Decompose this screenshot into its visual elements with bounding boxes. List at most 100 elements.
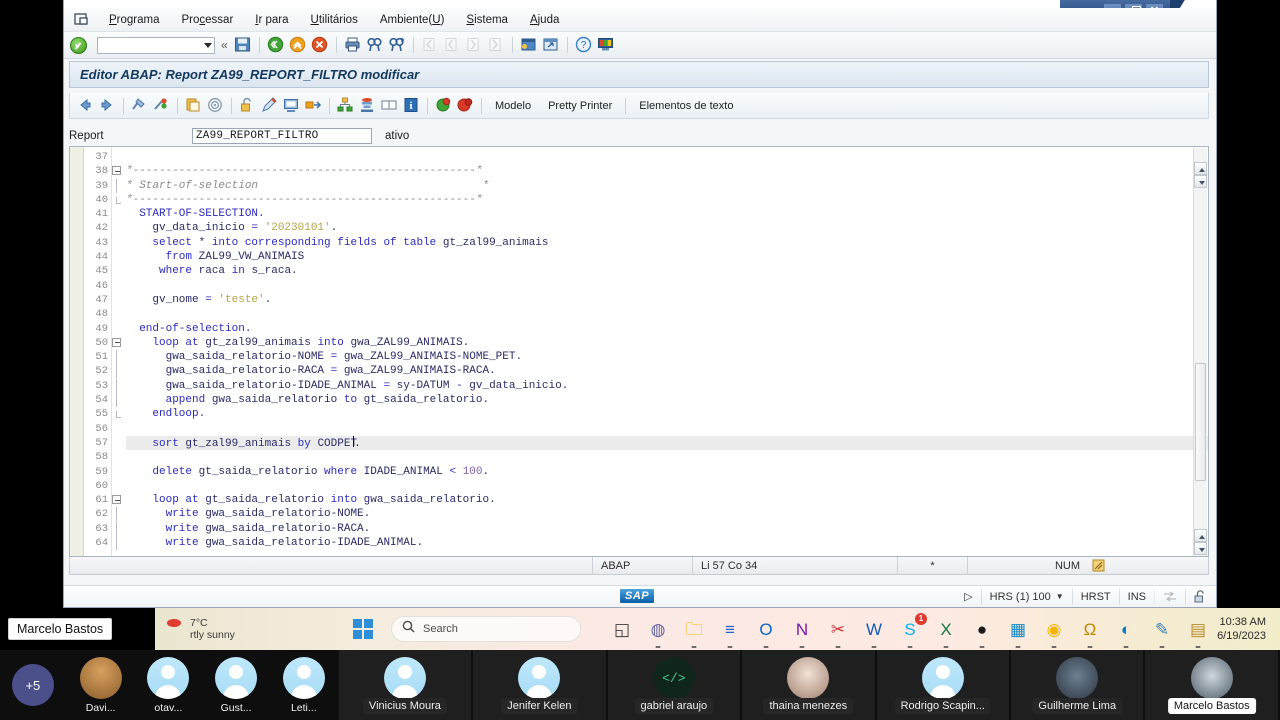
outlook-icon[interactable]: O	[753, 616, 779, 648]
enter-check-icon[interactable]	[70, 36, 87, 54]
fold-toggle-icon[interactable]	[112, 493, 126, 507]
onenote-icon[interactable]: N	[789, 616, 815, 648]
debug-icon[interactable]	[434, 96, 453, 115]
participant-tile[interactable]: Gust...	[203, 650, 269, 720]
code-line[interactable]	[126, 279, 1208, 293]
resize-grip-icon[interactable]	[1088, 557, 1109, 574]
play-triangle-icon[interactable]: ▷	[956, 589, 980, 605]
participant-tile[interactable]: Guilherme Lima	[1011, 650, 1144, 720]
collapse-toolbar-icon[interactable]: «	[221, 38, 228, 52]
code-line[interactable]: loop at gt_saida_relatorio into gwa_said…	[126, 493, 1208, 507]
code-line[interactable]: endloop.	[126, 407, 1208, 421]
skype-icon[interactable]: S1	[897, 613, 927, 648]
scroll-up-icon[interactable]	[1194, 162, 1207, 175]
back-arrow-icon[interactable]	[76, 96, 95, 115]
menu-item-ajuda[interactable]: Ajuda	[519, 12, 570, 28]
scroll-down-icon[interactable]	[1194, 175, 1207, 188]
new-session-icon[interactable]	[520, 36, 538, 54]
code-line[interactable]: sort gt_zal99_animais by CODPET.▶	[126, 435, 1208, 451]
code-line[interactable]: gwa_saida_relatorio-RACA = gwa_ZAL99_ANI…	[126, 364, 1208, 378]
display-object-icon[interactable]	[358, 96, 377, 115]
code-line[interactable]: select * into corresponding fields of ta…	[126, 236, 1208, 250]
exit-yellow-icon[interactable]	[289, 36, 307, 54]
unlock-icon[interactable]	[238, 96, 257, 115]
participant-tile[interactable]: Leti...	[270, 650, 337, 720]
button-pretty-printer[interactable]: Pretty Printer	[541, 100, 619, 112]
participant-tile[interactable]: Davi...	[67, 650, 134, 720]
participant-tile[interactable]: thaina menezes	[742, 650, 875, 720]
command-field[interactable]	[97, 36, 215, 54]
code-line[interactable]	[126, 450, 1208, 464]
menu-item-ambiente[interactable]: Ambiente(U)	[369, 12, 456, 28]
check-syntax-icon[interactable]	[130, 96, 149, 115]
sap-logon-icon[interactable]: ●	[969, 616, 995, 648]
scroll-page-up-icon[interactable]	[1194, 529, 1207, 542]
paste-clipboard-icon[interactable]	[184, 96, 203, 115]
pattern-icon[interactable]	[206, 96, 225, 115]
code-line[interactable]: end-of-selection.	[126, 322, 1208, 336]
code-line[interactable]: *---------------------------------------…	[126, 164, 1208, 178]
participant-tile[interactable]: +5	[0, 650, 66, 720]
code-line[interactable]: * Start-of-selection *	[126, 179, 1208, 193]
weather-widget[interactable]: 7°C rtly sunny	[155, 617, 325, 641]
task-view-icon[interactable]: ◱	[609, 616, 635, 642]
button-modelo[interactable]: Modelo	[488, 100, 538, 112]
excel-icon[interactable]: X	[933, 616, 959, 648]
split-screen-icon[interactable]	[380, 96, 399, 115]
insert-mode-indicator[interactable]: INS	[1118, 588, 1154, 605]
report-name-input[interactable]: ZA99_REPORT_FILTRO	[192, 128, 372, 144]
code-line[interactable]	[126, 479, 1208, 493]
scroll-page-down-icon[interactable]	[1194, 542, 1207, 555]
participant-tile[interactable]: Jenifer Kelen	[473, 650, 606, 720]
navigate-icon[interactable]	[304, 96, 323, 115]
where-used-icon[interactable]	[336, 96, 355, 115]
code-line[interactable]: write gwa_saida_relatorio-RACA.	[126, 522, 1208, 536]
menu-item-ir-para[interactable]: Ir para	[244, 12, 299, 28]
code-line[interactable]: where raca in s_raca.	[126, 264, 1208, 278]
cancel-red-icon[interactable]	[311, 36, 329, 54]
menu-item-processar[interactable]: Processar	[171, 12, 245, 28]
code-folding-column[interactable]	[112, 147, 126, 556]
fold-toggle-icon[interactable]	[112, 164, 126, 178]
code-line[interactable]: write gwa_saida_relatorio-IDADE_ANIMAL.	[126, 536, 1208, 550]
save-icon[interactable]	[234, 36, 252, 54]
abap-code-editor[interactable]: 37 38 39 40 41 42 43 44 45 46 47 48 49 50 51 52 53 54 55 56…	[69, 146, 1209, 557]
participant-tile[interactable]: Rodrigo Scapin...	[876, 650, 1010, 720]
button-elementos-de-texto[interactable]: Elementos de texto	[632, 100, 740, 112]
editor-vertical-scrollbar[interactable]	[1193, 148, 1207, 556]
scrollbar-thumb[interactable]	[1195, 363, 1206, 481]
microsoft-edge-icon[interactable]: ◐	[1113, 616, 1139, 648]
chevron-down-icon[interactable]: ▼	[1056, 592, 1064, 601]
fold-toggle-icon[interactable]	[112, 336, 126, 350]
menu-item-sistema[interactable]: Sistema	[455, 12, 519, 28]
find-next-icon[interactable]	[388, 36, 406, 54]
system-indicator[interactable]: HRS (1) 100 ▼	[980, 588, 1072, 605]
code-line[interactable]	[126, 422, 1208, 436]
customize-layout-icon[interactable]	[597, 36, 615, 54]
participant-tile[interactable]: </> gabriel araujo	[607, 650, 741, 720]
paint-icon[interactable]: ✎	[1149, 616, 1175, 648]
replace-icon[interactable]	[282, 96, 301, 115]
help-icon[interactable]: ?	[575, 36, 593, 54]
unlocked-padlock-icon[interactable]	[1185, 588, 1216, 605]
menu-item-programa[interactable]: PProgramarograma	[98, 12, 171, 28]
word-icon[interactable]: W	[861, 616, 887, 648]
code-line[interactable]	[126, 150, 1208, 164]
todo-app-icon[interactable]: ≡	[717, 616, 743, 648]
code-line[interactable]: delete gt_saida_relatorio where IDADE_AN…	[126, 465, 1208, 479]
google-chrome-icon[interactable]: ◉	[1041, 616, 1067, 648]
file-explorer-icon[interactable]: 🗀	[681, 616, 707, 648]
info-icon[interactable]: i	[402, 96, 421, 115]
code-line[interactable]: *---------------------------------------…	[126, 193, 1208, 207]
participant-tile[interactable]: otav...	[135, 650, 202, 720]
participant-tile[interactable]: Marcelo Bastos	[1145, 650, 1278, 720]
code-text-area[interactable]: *---------------------------------------…	[126, 147, 1208, 556]
opera-icon[interactable]: Ω	[1077, 616, 1103, 648]
code-line[interactable]: write gwa_saida_relatorio-NOME.	[126, 507, 1208, 521]
breakpoint-icon[interactable]	[456, 96, 475, 115]
find-icon[interactable]	[366, 36, 384, 54]
code-line[interactable]: append gwa_saida_relatorio to gt_saida_r…	[126, 393, 1208, 407]
code-line[interactable]: START-OF-SELECTION.	[126, 207, 1208, 221]
pencil-edit-icon[interactable]	[260, 96, 279, 115]
print-icon[interactable]	[344, 36, 362, 54]
